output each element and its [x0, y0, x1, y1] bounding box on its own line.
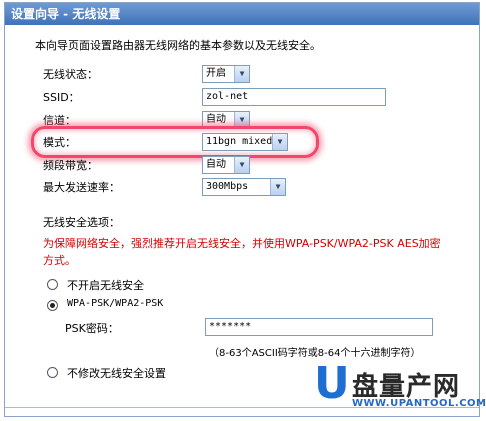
max-rate-label: 最大发送速率： [43, 181, 120, 194]
radio-keep-security-label: 不修改无线安全设置 [67, 367, 166, 380]
radio-wpa-psk[interactable] [47, 300, 58, 311]
wizard-window: 设置向导 - 无线设置 本向导页面设置路由器无线网络的基本参数以及无线安全。 无… [4, 2, 480, 417]
radio-wpa-psk-label: WPA-PSK/WPA2-PSK [67, 298, 164, 309]
chevron-down-icon: ▼ [270, 179, 285, 195]
watermark-logo: U [314, 358, 350, 409]
mode-label: 模式： [43, 136, 76, 149]
mode-select[interactable]: 11bgn mixed ▼ [202, 133, 288, 151]
max-rate-value: 300Mbps [206, 181, 249, 192]
mode-value: 11bgn mixed [206, 136, 273, 147]
psk-password-input[interactable]: ******* [205, 318, 433, 336]
security-warning: 为保障网络安全，强烈推荐开启无线安全，并使用WPA-PSK/WPA2-PSK A… [43, 237, 441, 267]
radio-disable-security-label: 不开启无线安全 [67, 279, 144, 292]
chevron-down-icon: ▼ [234, 66, 249, 82]
bandwidth-value: 自动 [206, 159, 226, 170]
security-section-title: 无线安全选项： [43, 216, 120, 229]
bandwidth-select[interactable]: 自动 ▼ [202, 156, 250, 174]
wireless-status-value: 开启 [206, 68, 226, 79]
wireless-status-select[interactable]: 开启 ▼ [202, 65, 250, 83]
max-rate-select[interactable]: 300Mbps ▼ [202, 178, 286, 196]
radio-disable-security[interactable] [47, 279, 58, 290]
bandwidth-label: 频段带宽： [43, 159, 98, 172]
site-watermark: U 盘量产网 WWW.UPANTOOL.COM [310, 360, 486, 416]
intro-text: 本向导页面设置路由器无线网络的基本参数以及无线安全。 [35, 39, 321, 52]
psk-password-label: PSK密码： [65, 322, 119, 335]
chevron-down-icon: ▼ [272, 134, 287, 150]
ssid-input[interactable]: zol-net [202, 88, 386, 106]
ssid-label: SSID： [43, 91, 80, 104]
radio-keep-security[interactable] [47, 367, 58, 378]
watermark-url: WWW.UPANTOOL.COM [352, 398, 486, 409]
window-title: 设置向导 - 无线设置 [5, 3, 479, 25]
psk-hint: （8-63个ASCII码字符或8-64个十六进制字符） [209, 348, 421, 359]
wireless-status-label: 无线状态： [43, 68, 98, 81]
channel-value: 自动 [206, 114, 226, 125]
chevron-down-icon: ▼ [234, 157, 249, 173]
